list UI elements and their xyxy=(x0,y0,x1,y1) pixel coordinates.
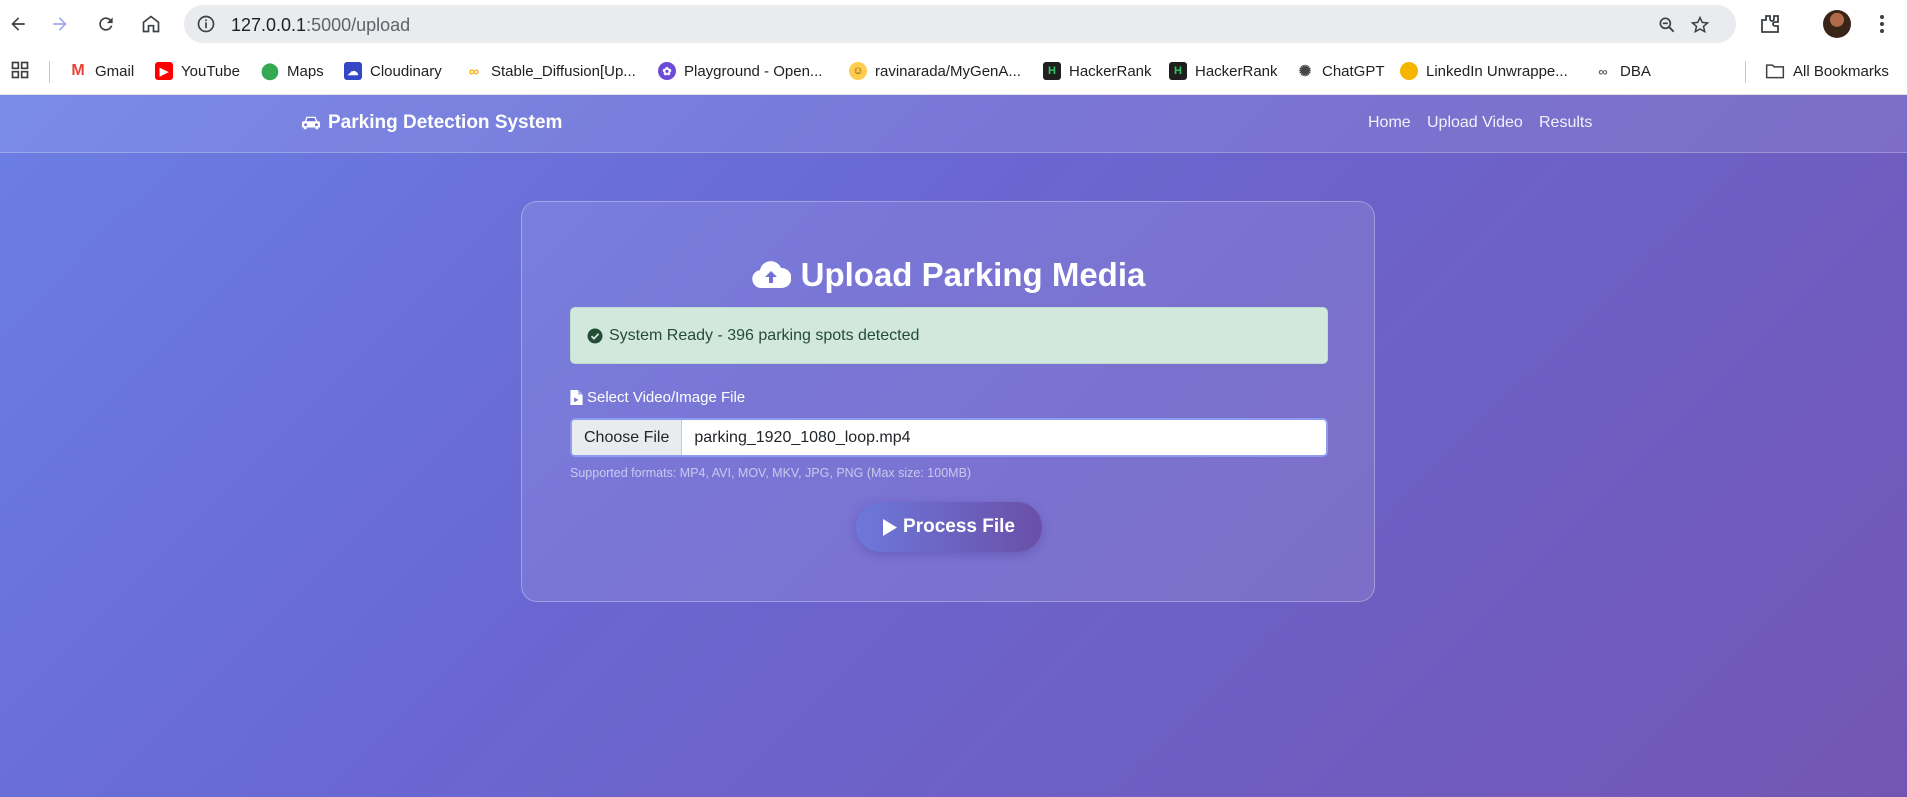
bookmark-label: HackerRank xyxy=(1069,62,1152,80)
bookmark-linkedin-unwrapped[interactable]: LinkedIn Unwrappe... xyxy=(1400,59,1568,83)
bookmark-separator xyxy=(1745,61,1746,83)
url-text[interactable]: 127.0.0.1:5000/upload xyxy=(231,15,410,36)
folder-icon xyxy=(1765,64,1785,79)
upload-card: Upload Parking Media System Ready - 396 … xyxy=(521,201,1375,602)
zoom-icon[interactable] xyxy=(1657,15,1677,35)
bookmark-label: YouTube xyxy=(181,62,240,80)
youtube-icon: ▶ xyxy=(155,62,173,80)
all-bookmarks-label: All Bookmarks xyxy=(1793,62,1889,80)
bookmark-label: LinkedIn Unwrappe... xyxy=(1426,62,1568,80)
all-bookmarks-button[interactable]: All Bookmarks xyxy=(1765,59,1889,83)
reload-icon xyxy=(99,17,113,31)
bookmark-youtube[interactable]: ▶ YouTube xyxy=(155,59,240,83)
car-icon xyxy=(302,116,320,130)
address-bar[interactable]: 127.0.0.1:5000/upload xyxy=(184,5,1736,43)
choose-file-button[interactable]: Choose File xyxy=(572,420,683,455)
bookmark-label: HackerRank xyxy=(1195,62,1278,80)
extensions-icon[interactable] xyxy=(1758,12,1782,36)
bookmark-gmail[interactable]: M Gmail xyxy=(69,59,134,83)
bookmarks-bar: M Gmail ▶ YouTube ⬤ Maps ☁ Cloudinary ∞ … xyxy=(0,47,1907,95)
maps-icon: ⬤ xyxy=(261,62,279,80)
forward-button[interactable] xyxy=(42,6,78,42)
browser-toolbar: 127.0.0.1:5000/upload xyxy=(0,0,1907,47)
bookmark-chatgpt[interactable]: ✺ ChatGPT xyxy=(1296,59,1385,83)
dba-icon: ∞ xyxy=(1594,62,1612,80)
file-field-label-text: Select Video/Image File xyxy=(587,389,746,406)
bookmark-dba[interactable]: ∞ DBA xyxy=(1594,59,1651,83)
bookmark-label: ChatGPT xyxy=(1322,62,1385,80)
gmail-icon: M xyxy=(69,62,87,80)
bookmark-playground[interactable]: ✿ Playground - Open... xyxy=(658,59,822,83)
profile-avatar[interactable] xyxy=(1823,10,1851,38)
page-title: Upload Parking Media xyxy=(522,256,1374,294)
cloudinary-icon: ☁ xyxy=(344,62,362,80)
bookmark-label: ravinarada/MyGenA... xyxy=(875,62,1021,80)
bookmark-hackerrank[interactable]: H HackerRank xyxy=(1169,59,1278,83)
bookmark-label: Maps xyxy=(287,62,324,80)
bookmark-maps[interactable]: ⬤ Maps xyxy=(261,59,324,83)
status-alert: System Ready - 396 parking spots detecte… xyxy=(570,307,1328,364)
title-text: Upload Parking Media xyxy=(800,256,1146,293)
play-icon xyxy=(883,518,898,536)
info-icon[interactable] xyxy=(196,14,216,34)
nav-home[interactable]: Home xyxy=(1368,114,1411,132)
hackerrank-icon: H xyxy=(1043,62,1061,80)
huggingface-icon: ☺ xyxy=(849,62,867,80)
brand-link[interactable]: Parking Detection System xyxy=(300,112,562,134)
cloud-upload-icon xyxy=(751,261,791,288)
page-content: Parking Detection System Home Upload Vid… xyxy=(0,95,1907,797)
status-text: System Ready - 396 parking spots detecte… xyxy=(609,326,920,344)
url-path: :5000/upload xyxy=(306,15,411,35)
colab-icon: ∞ xyxy=(465,62,483,80)
bookmark-hackerrank[interactable]: H HackerRank xyxy=(1043,59,1152,83)
bookmark-label: Playground - Open... xyxy=(684,62,823,80)
home-icon xyxy=(142,15,160,33)
bookmark-huggingface[interactable]: ☺ ravinarada/MyGenA... xyxy=(849,59,1021,83)
openai-icon: ✿ xyxy=(658,62,676,80)
file-field-label: Select Video/Image File xyxy=(570,389,745,406)
apps-grid-icon[interactable] xyxy=(10,60,30,80)
bookmark-label: Cloudinary xyxy=(370,62,442,80)
url-host: 127.0.0.1 xyxy=(231,15,307,35)
bookmark-stable-diffusion[interactable]: ∞ Stable_Diffusion[Up... xyxy=(465,59,636,83)
bookmark-label: Gmail xyxy=(95,62,135,80)
bookmark-separator xyxy=(49,61,50,83)
nav-results[interactable]: Results xyxy=(1539,114,1592,132)
pacman-icon xyxy=(1400,62,1418,80)
site-navbar: Parking Detection System Home Upload Vid… xyxy=(0,95,1907,153)
hackerrank-icon: H xyxy=(1169,62,1187,80)
brand-name: Parking Detection System xyxy=(328,112,563,133)
selected-file-name: parking_1920_1080_loop.mp4 xyxy=(694,428,911,446)
bookmark-label: DBA xyxy=(1620,62,1651,80)
nav-upload-video[interactable]: Upload Video xyxy=(1427,114,1523,132)
supported-formats-hint: Supported formats: MP4, AVI, MOV, MKV, J… xyxy=(570,466,972,480)
home-button[interactable] xyxy=(133,6,169,42)
star-icon[interactable] xyxy=(1690,15,1710,35)
more-menu-icon[interactable] xyxy=(1870,12,1894,36)
file-video-icon xyxy=(570,390,583,405)
reload-button[interactable] xyxy=(88,6,124,42)
chatgpt-icon: ✺ xyxy=(1296,62,1314,80)
bookmark-cloudinary[interactable]: ☁ Cloudinary xyxy=(344,59,442,83)
check-circle-icon xyxy=(587,328,603,343)
back-button[interactable] xyxy=(0,6,36,42)
process-file-label: Process File xyxy=(903,516,1015,537)
process-file-button[interactable]: Process File xyxy=(856,502,1042,552)
arrow-left-icon xyxy=(11,17,25,31)
arrow-right-icon xyxy=(53,17,67,31)
file-input[interactable]: Choose File parking_1920_1080_loop.mp4 xyxy=(570,418,1328,457)
bookmark-label: Stable_Diffusion[Up... xyxy=(491,62,636,80)
